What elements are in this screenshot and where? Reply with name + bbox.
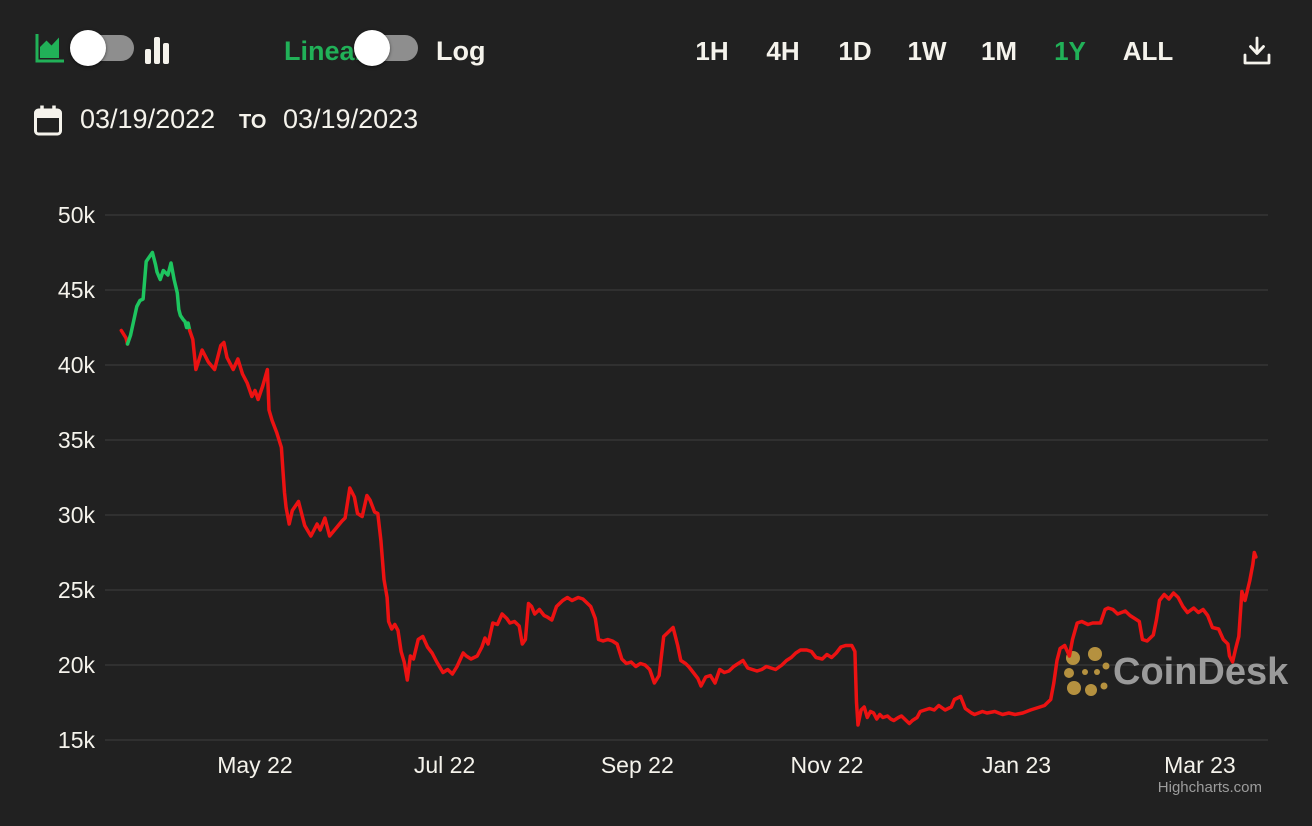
- highcharts-credit[interactable]: Highcharts.com: [1158, 779, 1262, 796]
- switch-knob: [70, 30, 106, 66]
- linear-scale-label[interactable]: Linear: [284, 36, 365, 66]
- gridlines: [105, 214, 1268, 741]
- x-axis-tick-label: Jan 23: [982, 752, 1051, 778]
- y-axis-tick-label: 50k: [58, 202, 96, 228]
- calendar-icon: [33, 104, 63, 138]
- x-axis-tick-label: Sep 22: [601, 752, 674, 778]
- y-axis-tick-label: 35k: [58, 427, 96, 453]
- chart-page: { "colors": { "background": "#212121", "…: [0, 0, 1312, 826]
- log-scale-label[interactable]: Log: [436, 36, 485, 66]
- range-button-1h[interactable]: 1H: [695, 36, 728, 66]
- y-axis-tick-label: 40k: [58, 352, 96, 378]
- range-button-1w[interactable]: 1W: [908, 36, 947, 66]
- price-line-segment-red: [187, 328, 1258, 727]
- end-date-field[interactable]: 03/19/2023: [283, 103, 418, 135]
- switch-knob: [354, 30, 390, 66]
- date-range-picker: 03/19/2022 TO 03/19/2023: [0, 100, 500, 144]
- price-line-segment-green: [125, 250, 192, 346]
- range-button-1d[interactable]: 1D: [838, 36, 871, 66]
- scale-switch[interactable]: [354, 30, 419, 66]
- x-axis-tick-label: May 22: [217, 752, 292, 778]
- x-axis-tick-label: Nov 22: [790, 752, 863, 778]
- chart-type-toggle-group: [0, 0, 260, 70]
- x-axis-tick-label: Mar 23: [1164, 752, 1236, 778]
- coindesk-watermark: CoinDesk: [1064, 647, 1289, 696]
- y-axis-tick-label: 15k: [58, 727, 96, 753]
- range-button-all[interactable]: ALL: [1123, 36, 1174, 66]
- download-button[interactable]: [1240, 34, 1274, 68]
- y-axis-tick-label: 20k: [58, 652, 96, 678]
- area-chart-icon: [33, 31, 67, 65]
- y-axis-tick-label: 25k: [58, 577, 96, 603]
- coindesk-watermark-text: CoinDesk: [1113, 651, 1289, 693]
- range-button-4h[interactable]: 4H: [766, 36, 799, 66]
- x-axis-tick-label: Jul 22: [414, 752, 475, 778]
- bar-chart-icon: [144, 35, 172, 65]
- download-icon: [1240, 34, 1274, 68]
- y-axis-labels: 15k 20k 25k 30k 35k 40k 45k 50k: [58, 202, 96, 753]
- scale-toggle-group: Linear Log: [280, 0, 500, 70]
- y-axis-tick-label: 30k: [58, 502, 96, 528]
- chart-type-switch[interactable]: [70, 30, 135, 66]
- price-line: [119, 250, 1258, 727]
- range-button-1y[interactable]: 1Y: [1054, 36, 1086, 66]
- start-date-field[interactable]: 03/19/2022: [80, 103, 215, 135]
- range-button-1m[interactable]: 1M: [981, 36, 1017, 66]
- y-axis-tick-label: 45k: [58, 277, 96, 303]
- x-axis-labels: May 22 Jul 22 Sep 22 Nov 22 Jan 23 Mar 23: [217, 752, 1235, 778]
- date-range-separator: TO: [239, 111, 267, 133]
- calendar-button[interactable]: [33, 104, 63, 138]
